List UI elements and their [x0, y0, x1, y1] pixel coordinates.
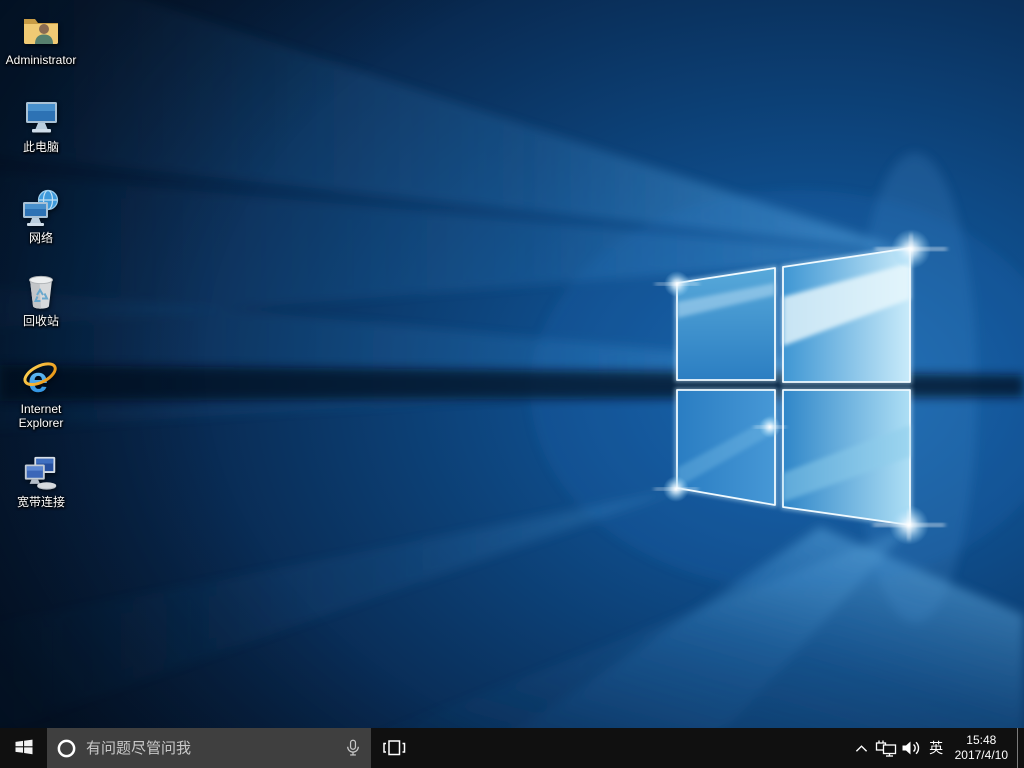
desktop-icon-list: Administrator 此电脑 网络 回收站 e Internet Expl… — [2, 0, 82, 728]
system-tray: 英 15:48 2017/4/10 — [849, 728, 1024, 768]
ethernet-network-icon — [875, 740, 897, 757]
task-view-button[interactable] — [371, 728, 417, 768]
desktop[interactable]: Administrator 此电脑 网络 回收站 e Internet Expl… — [0, 0, 1024, 728]
taskbar: 英 15:48 2017/4/10 — [0, 728, 1024, 768]
tray-overflow-button[interactable] — [849, 728, 874, 768]
cortana-icon — [56, 738, 77, 759]
recycle-bin-icon — [19, 269, 63, 311]
internet-explorer-icon: e — [19, 357, 63, 399]
desktop-icon-label: Internet Explorer — [18, 402, 64, 430]
desktop-icon-label: 此电脑 — [22, 140, 59, 154]
logo-flares — [654, 229, 947, 545]
clock-date: 2017/4/10 — [954, 748, 1008, 762]
desktop-icon-label: 网络 — [28, 231, 53, 245]
this-pc-icon — [19, 95, 63, 137]
network-status-button[interactable] — [874, 728, 899, 768]
microphone-icon[interactable] — [344, 739, 362, 757]
taskbar-search[interactable] — [47, 728, 371, 768]
desktop-icon-network[interactable]: 网络 — [2, 186, 80, 245]
broadband-connection-icon — [19, 450, 63, 492]
search-input[interactable] — [86, 739, 335, 757]
desktop-icon-broadband[interactable]: 宽带连接 — [2, 450, 80, 509]
clock-time: 15:48 — [966, 733, 997, 747]
task-view-icon — [381, 738, 407, 758]
volume-button[interactable] — [899, 728, 924, 768]
desktop-icon-recycle-bin[interactable]: 回收站 — [2, 269, 80, 328]
desktop-icon-label: 回收站 — [22, 314, 59, 328]
desktop-icon-label: 宽带连接 — [16, 495, 65, 509]
start-button[interactable] — [0, 728, 47, 768]
chevron-up-icon — [855, 744, 868, 753]
user-folder-icon — [19, 8, 63, 50]
speaker-icon — [901, 740, 921, 756]
desktop-icon-label: Administrator — [5, 53, 77, 67]
windows-logo-icon — [14, 737, 34, 760]
taskbar-clock[interactable]: 15:48 2017/4/10 — [949, 728, 1017, 768]
desktop-icon-internet-explorer[interactable]: e Internet Explorer — [2, 357, 80, 430]
desktop-icon-administrator[interactable]: Administrator — [2, 8, 80, 67]
ime-indicator[interactable]: 英 — [924, 728, 949, 768]
show-desktop-button[interactable] — [1017, 728, 1024, 768]
desktop-icon-this-pc[interactable]: 此电脑 — [2, 95, 80, 154]
wallpaper-image — [0, 0, 1024, 728]
network-icon — [19, 186, 63, 228]
